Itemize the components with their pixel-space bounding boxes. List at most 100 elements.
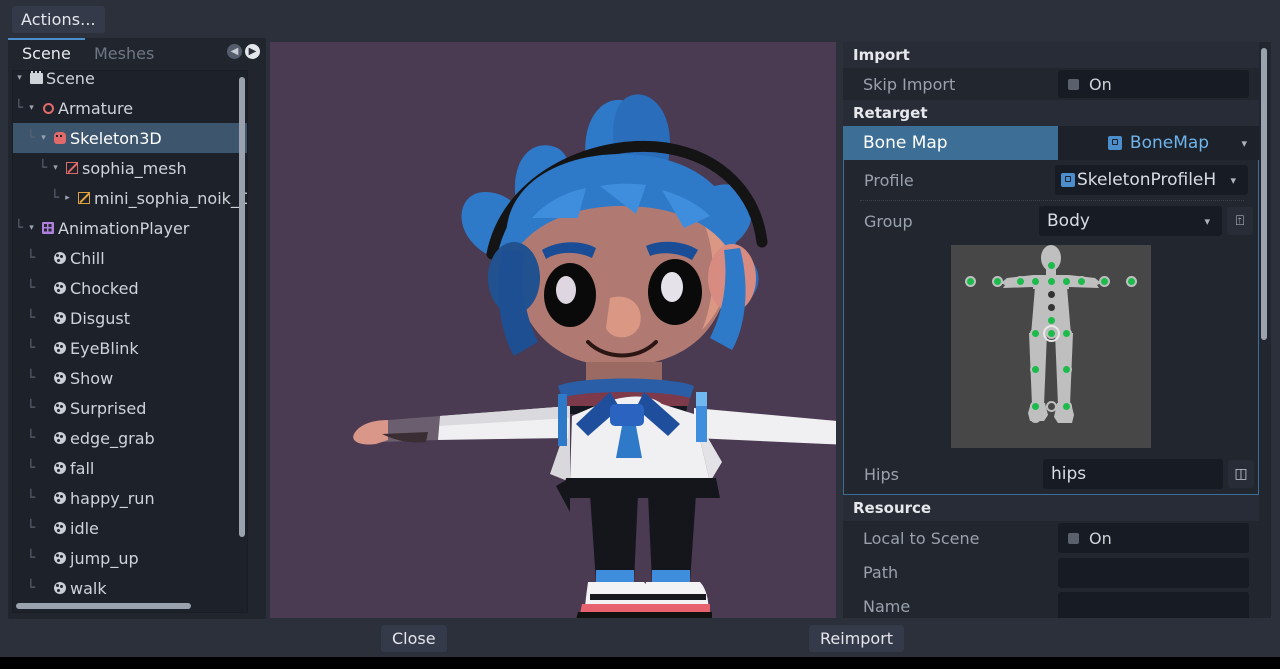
property-path[interactable]: Path [843, 555, 1259, 589]
tree-item-walk[interactable]: └walk [13, 573, 248, 603]
tree-guide: └ [25, 580, 37, 596]
group-value-field[interactable]: Body ▾ [1039, 206, 1222, 236]
bone-marker-upper-chest[interactable] [1046, 289, 1057, 300]
actions-menu-button[interactable]: Actions... [12, 6, 105, 33]
property-skip-import[interactable]: Skip Import On [843, 68, 1259, 100]
tree-item-animationplayer[interactable]: └▾AnimationPlayer [13, 213, 248, 243]
animation-icon [50, 431, 70, 446]
tree-expander-icon[interactable]: ▾ [13, 73, 26, 83]
bone-marker-left-foot[interactable] [1030, 401, 1041, 412]
tree-item-skeleton3d[interactable]: └▾Skeleton3D [13, 123, 248, 153]
chevron-down-icon[interactable]: ▾ [1204, 215, 1210, 228]
bone-marker-right-hand[interactable] [1126, 276, 1137, 287]
bone-marker-chest[interactable] [1046, 302, 1057, 313]
bone-marker-left-lowerleg[interactable] [1030, 364, 1041, 375]
bone-picker-icon[interactable]: ◫ [1228, 460, 1254, 488]
bone-marker-left-upperleg[interactable] [1030, 328, 1041, 339]
skip-import-checkbox[interactable]: On [1058, 70, 1249, 98]
tree-expander-icon[interactable]: ▾ [25, 103, 38, 113]
property-bone-map[interactable]: Bone Map BoneMap ▾ [843, 126, 1259, 160]
tab-meshes[interactable]: Meshes [80, 38, 168, 68]
tree-item-chocked[interactable]: └Chocked [13, 273, 248, 303]
tree-item-chill[interactable]: └Chill [13, 243, 248, 273]
bone-marker-right-foot[interactable] [1061, 401, 1072, 412]
resource-icon [1061, 173, 1075, 187]
name-value-field[interactable] [1058, 592, 1249, 618]
character-model [270, 42, 836, 618]
tree-item-label: fall [70, 459, 94, 478]
tree-item-label: Chill [70, 249, 105, 268]
node3d-icon [38, 101, 58, 116]
bone-map-value-field[interactable]: BoneMap ▾ [1058, 126, 1259, 160]
hips-value-field[interactable]: hips [1043, 459, 1223, 489]
close-button[interactable]: Close [381, 625, 447, 652]
import-inspector[interactable]: Import Skip Import On Retarget Bone Map … [843, 42, 1271, 618]
bone-marker-neck[interactable] [1046, 276, 1057, 287]
tree-item-label: AnimationPlayer [58, 219, 189, 238]
property-hips[interactable]: Hips hips ◫ [844, 454, 1258, 494]
local-to-scene-checkbox[interactable]: On [1058, 523, 1249, 553]
bone-marker-left-hand[interactable] [965, 276, 976, 287]
property-name[interactable]: Name [843, 589, 1259, 618]
tree-guide: └ [25, 520, 37, 536]
tree-item-sophia-mesh[interactable]: └▾sophia_mesh [13, 153, 248, 183]
tree-item-mini-sophia-noik-c[interactable]: └▸mini_sophia_noik_C [13, 183, 248, 213]
bone-marker-left-upperarm[interactable] [1015, 276, 1026, 287]
scene-icon [26, 71, 46, 86]
bone-marker-right-shoulder[interactable] [1061, 276, 1072, 287]
tree-item-show[interactable]: └Show [13, 363, 248, 393]
bone-marker-right-upperleg[interactable] [1061, 328, 1072, 339]
tree-item-label: Armature [58, 99, 133, 118]
property-local-to-scene[interactable]: Local to Scene On [843, 521, 1259, 555]
profile-value: SkeletonProfileH [1077, 170, 1216, 190]
animation-icon [50, 281, 70, 296]
bone-marker-right-toes[interactable] [1061, 412, 1072, 423]
tree-expander-icon[interactable]: ▾ [37, 133, 50, 143]
bone-marker-left-lowerarm[interactable] [992, 276, 1003, 287]
tree-expander-icon[interactable]: ▾ [25, 223, 38, 233]
tree-item-jump-up[interactable]: └jump_up [13, 543, 248, 573]
panel-tabbar: Scene Meshes ◀ ▶ [8, 38, 266, 68]
scene-tree[interactable]: ▾Scene └ ▾ Armature └▾Skeleton3D└▾sophia_mes… [12, 70, 248, 613]
reimport-button[interactable]: Reimport [809, 625, 904, 652]
chevron-left-icon[interactable]: ◀ [227, 44, 242, 59]
bone-marker-right-upperarm[interactable] [1076, 276, 1087, 287]
property-profile[interactable]: Profile SkeletonProfileH ▾ [844, 160, 1258, 200]
chevron-right-icon[interactable]: ▶ [245, 44, 260, 59]
chevron-down-icon[interactable]: ▾ [1230, 174, 1236, 187]
tree-item-disgust[interactable]: └Disgust [13, 303, 248, 333]
tree-expander-icon[interactable]: ▸ [61, 193, 74, 203]
profile-value-field[interactable]: SkeletonProfileH ▾ [1055, 165, 1248, 195]
animation-icon [50, 251, 70, 266]
inspector-vertical-scrollbar[interactable] [1261, 48, 1267, 340]
bone-marker-right-lowerarm[interactable] [1099, 276, 1110, 287]
tab-scene[interactable]: Scene [8, 38, 85, 68]
bone-marker-left-toes[interactable] [1030, 412, 1041, 423]
tree-item-happy-run[interactable]: └happy_run [13, 483, 248, 513]
tree-guide: └ [25, 490, 37, 506]
tree-item-armature[interactable]: └▾Armature [13, 93, 248, 123]
bone-marker-root[interactable] [1046, 401, 1057, 412]
path-value-field[interactable] [1058, 558, 1249, 588]
tree-item-edge-grab[interactable]: └edge_grab [13, 423, 248, 453]
tree-item-fall[interactable]: └fall [13, 453, 248, 483]
tree-expander-icon[interactable]: ▾ [49, 163, 62, 173]
bone-marker-right-lowerleg[interactable] [1061, 364, 1072, 375]
model-preview-viewport[interactable] [270, 42, 836, 618]
tree-vertical-scrollbar[interactable] [239, 77, 245, 537]
skeleton-profile-diagram[interactable] [951, 245, 1151, 448]
bone-marker-head[interactable] [1046, 260, 1057, 271]
bone-marker-spine[interactable] [1046, 315, 1057, 326]
tree-horizontal-scrollbar[interactable] [16, 603, 191, 609]
bone-marker-left-shoulder[interactable] [1030, 276, 1041, 287]
property-group[interactable]: Group Body ▾ ⍐ [844, 201, 1258, 241]
tree-item-surprised[interactable]: └Surprised [13, 393, 248, 423]
chevron-down-icon[interactable]: ▾ [1241, 137, 1247, 150]
tree-item-label: EyeBlink [70, 339, 139, 358]
bone-marker-hips[interactable] [1046, 328, 1057, 339]
tree-item-idle[interactable]: └idle [13, 513, 248, 543]
tree-item-scene[interactable]: ▾Scene [13, 70, 248, 93]
bone-map-value: BoneMap [1130, 133, 1209, 153]
tree-item-eyeblink[interactable]: └EyeBlink [13, 333, 248, 363]
clear-icon[interactable]: ⍐ [1227, 207, 1253, 235]
